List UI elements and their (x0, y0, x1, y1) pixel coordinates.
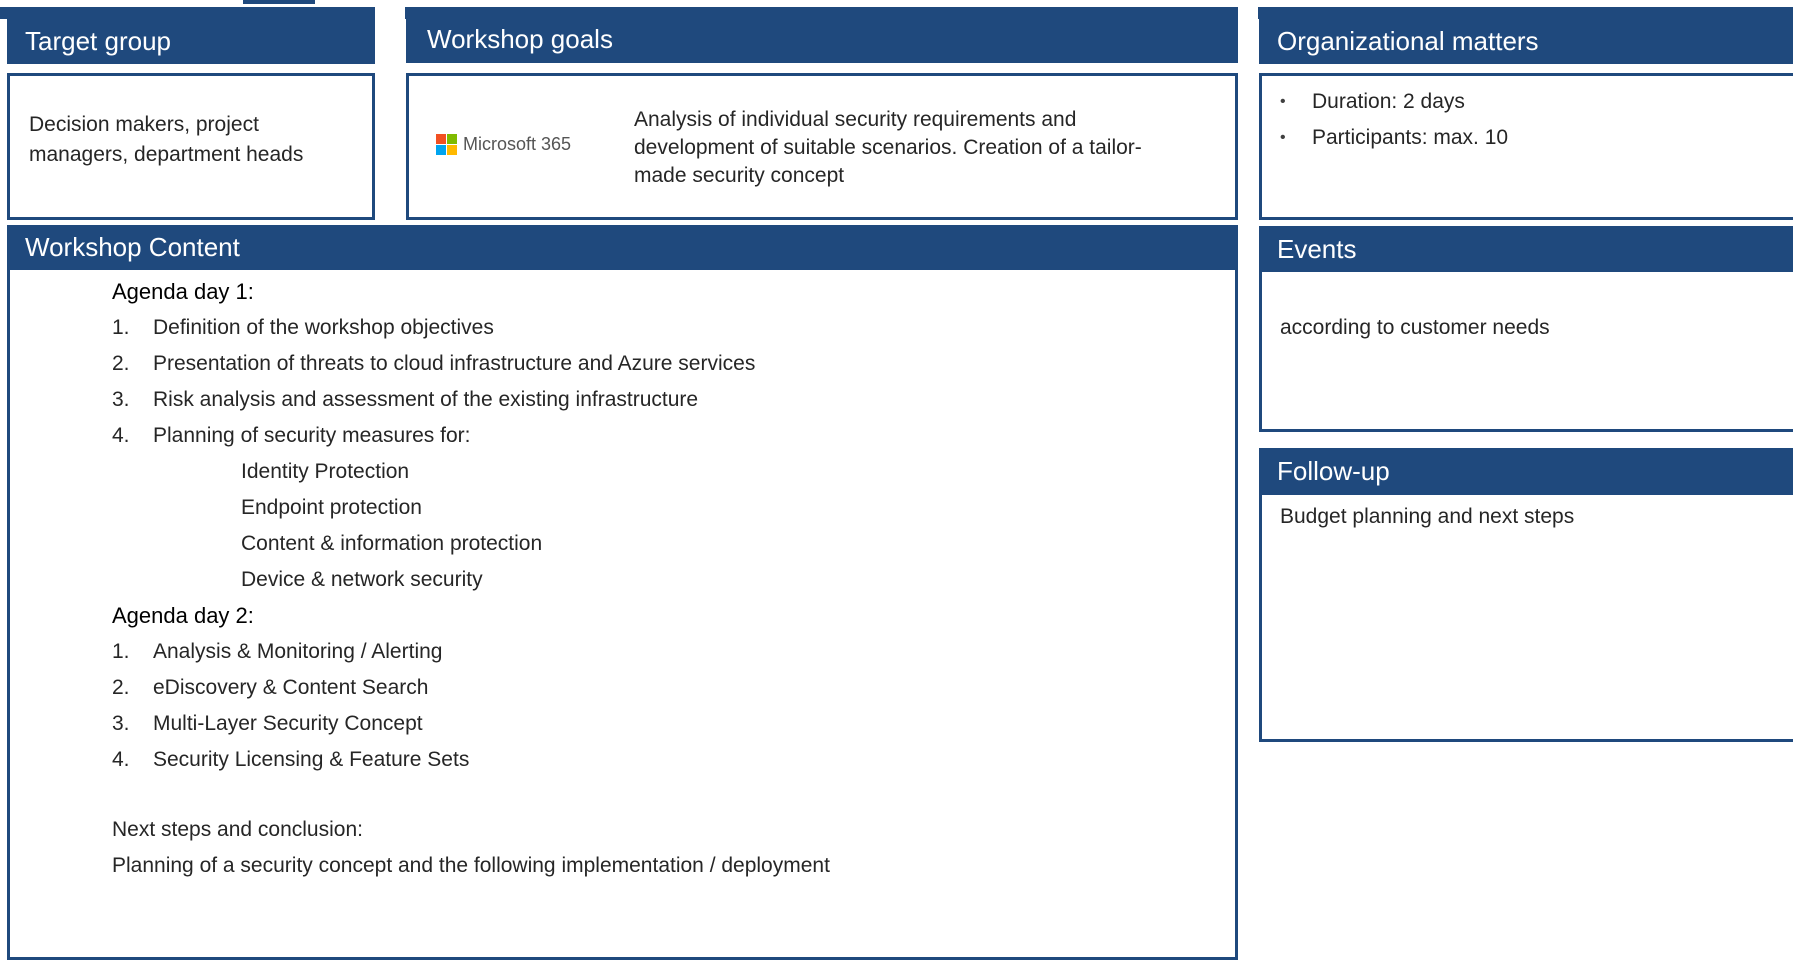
agenda-day1-item: 2. Presentation of threats to cloud infra… (112, 352, 756, 375)
top-tab (243, 0, 315, 4)
agenda-day1-subitem: Device & network security (241, 568, 483, 591)
workshop-content-box: Agenda day 1: 1. Definition of the worksh… (7, 270, 1238, 960)
agenda-day2-item: 4. Security Licensing & Feature Sets (112, 748, 470, 771)
target-group-text-1: Decision makers, project (29, 113, 259, 136)
microsoft-365-logo: Microsoft 365 (436, 134, 571, 155)
follow-up-box: Budget planning and next steps (1259, 495, 1793, 742)
top-banner-gap (1238, 7, 1258, 19)
target-group-box: Decision makers, project managers, depar… (7, 73, 375, 220)
events-text: according to customer needs (1280, 316, 1550, 339)
agenda-day1-subitem: Endpoint protection (241, 496, 422, 519)
workshop-goals-text-3: made security concept (634, 164, 845, 187)
events-header: Events (1259, 226, 1793, 272)
organizational-item-duration: Duration: 2 days (1262, 84, 1793, 120)
organizational-title: Organizational matters (1277, 26, 1539, 56)
workshop-content-header: Workshop Content (7, 225, 1238, 270)
agenda-day1-item: 3. Risk analysis and assessment of the ex… (112, 388, 699, 411)
target-group-text-2: managers, department heads (29, 143, 304, 166)
organizational-box: Duration: 2 days Participants: max. 10 (1259, 73, 1793, 220)
microsoft-logo-icon (436, 134, 457, 155)
agenda-day2-title: Agenda day 2: (112, 603, 254, 628)
organizational-list: Duration: 2 days Participants: max. 10 (1262, 84, 1793, 156)
organizational-header: Organizational matters (1259, 19, 1793, 64)
workshop-goals-title: Workshop goals (427, 24, 613, 54)
agenda-day1-subitem: Content & information protection (241, 532, 543, 555)
events-title: Events (1277, 233, 1357, 264)
agenda-day1-title: Agenda day 1: (112, 279, 254, 304)
next-steps-title: Next steps and conclusion: (112, 818, 363, 841)
workshop-goals-text: Analysis of individual security requirem… (634, 106, 1194, 190)
agenda-day1-item: 1. Definition of the workshop objectives (112, 316, 494, 339)
top-banner (0, 7, 1793, 19)
next-steps-text: Planning of a security concept and the f… (112, 854, 830, 877)
workshop-goals-text-1: Analysis of individual security requirem… (634, 108, 1077, 131)
workshop-goals-text-2: development of suitable scenarios. Creat… (634, 136, 1142, 159)
target-group-title: Target group (25, 26, 171, 56)
microsoft-365-logo-text: Microsoft 365 (463, 134, 572, 154)
workshop-goals-box: Microsoft 365 Analysis of individual sec… (406, 73, 1238, 220)
workshop-goals-header: Workshop goals (406, 19, 1238, 63)
agenda-day2-item: 2. eDiscovery & Content Search (112, 676, 429, 699)
events-box: according to customer needs (1259, 272, 1793, 432)
top-banner-gap (375, 7, 405, 19)
follow-up-text: Budget planning and next steps (1280, 505, 1575, 528)
agenda-day1-item: 4. Planning of security measures for: (112, 424, 471, 447)
workshop-content-title: Workshop Content (25, 232, 240, 262)
organizational-item-participants: Participants: max. 10 (1262, 120, 1793, 156)
agenda-day1-subitem: Identity Protection (241, 460, 410, 483)
target-group-header: Target group (7, 19, 375, 64)
agenda-day2-item: 3. Multi-Layer Security Concept (112, 712, 423, 735)
follow-up-header: Follow-up (1259, 448, 1793, 495)
agenda-day2-item: 1. Analysis & Monitoring / Alerting (112, 640, 443, 663)
follow-up-title: Follow-up (1277, 456, 1390, 486)
